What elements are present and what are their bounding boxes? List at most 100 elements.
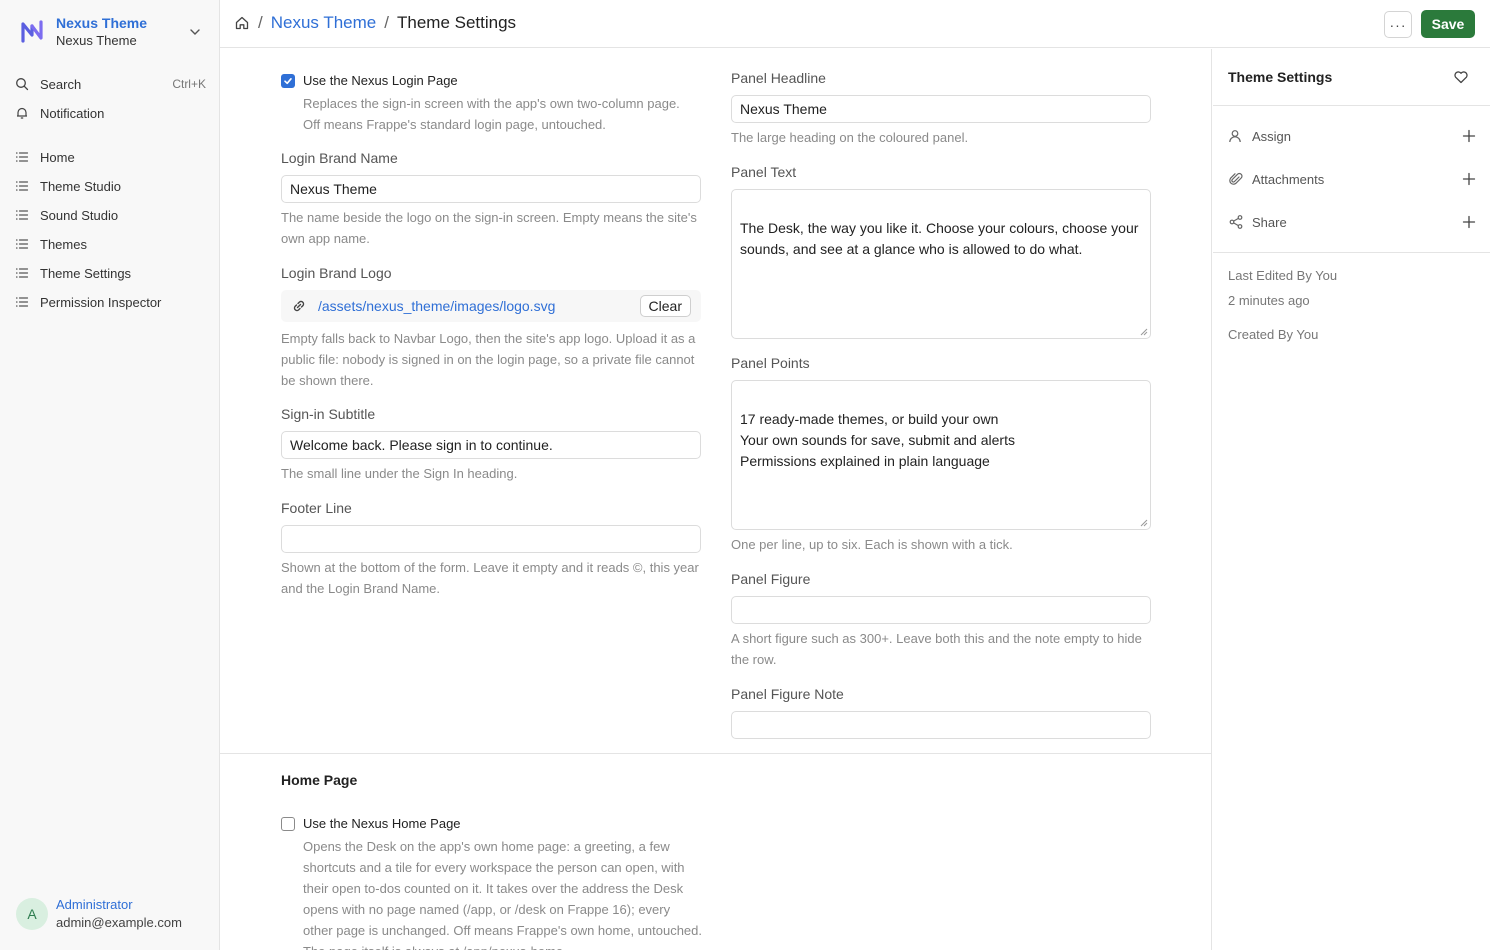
link-icon	[293, 300, 305, 312]
search-icon	[14, 76, 30, 92]
panel-headline-input[interactable]: Nexus Theme	[731, 95, 1151, 123]
panel-headline-label: Panel Headline	[731, 70, 826, 86]
created-by-text: Created By You	[1228, 327, 1319, 342]
use-home-page-help: Opens the Desk on the app's own home pag…	[303, 839, 703, 950]
notification-item[interactable]: Notification	[14, 100, 206, 126]
panel-points-value: 17 ready-made themes, or build your own …	[740, 411, 1015, 469]
user-icon	[1229, 130, 1241, 143]
search-item[interactable]: Search Ctrl+K	[14, 71, 206, 97]
sidebar-item-label: Theme Studio	[40, 178, 121, 194]
sidebar: Nexus Theme Nexus Theme Search Ctrl+K No…	[0, 0, 220, 950]
page-title: Theme Settings	[396, 13, 517, 32]
panel-figure-note-input[interactable]	[731, 711, 1151, 739]
brand-name-input[interactable]: Nexus Theme	[281, 175, 701, 203]
checkbox-unchecked-icon[interactable]	[281, 816, 295, 831]
panel-points-label: Panel Points	[731, 355, 810, 371]
home-page-section-title: Home Page	[281, 772, 358, 788]
search-shortcut: Ctrl+K	[172, 77, 206, 91]
footer-line-help: Shown at the bottom of the form. Leave i…	[281, 560, 699, 596]
chevron-down-icon	[190, 29, 200, 35]
paperclip-icon	[1229, 172, 1243, 185]
sidebar-item-theme-studio[interactable]: Theme Studio	[14, 173, 206, 199]
user-email: admin@example.com	[56, 915, 182, 930]
brand-name-help: The name beside the logo on the sign-in …	[281, 210, 697, 246]
workspace-switcher[interactable]: Nexus Theme Nexus Theme	[14, 10, 206, 54]
plus-icon[interactable]	[1462, 172, 1476, 186]
checkbox-checked-icon[interactable]	[281, 73, 295, 88]
use-home-page-label: Use the Nexus Home Page	[303, 816, 461, 831]
share-row[interactable]: Share	[1228, 212, 1476, 232]
sidebar-item-label: Home	[40, 149, 75, 165]
bell-icon	[14, 105, 30, 121]
section-divider	[220, 753, 1212, 754]
attachments-row[interactable]: Attachments	[1228, 169, 1476, 189]
sidebar-item-label: Sound Studio	[40, 207, 119, 223]
breadcrumb-separator: /	[258, 13, 263, 32]
user-name: Administrator	[56, 897, 133, 912]
attachments-label: Attachments	[1252, 171, 1325, 187]
sidebar-item-label: Theme Settings	[40, 265, 132, 281]
use-login-page-help: Replaces the sign-in screen with the app…	[303, 96, 680, 132]
brand-logo-label: Login Brand Logo	[281, 265, 392, 281]
sidebar-item-themes[interactable]: Themes	[14, 231, 206, 257]
resize-handle-icon[interactable]	[1140, 328, 1148, 336]
sidebar-item-sound-studio[interactable]: Sound Studio	[14, 202, 206, 228]
sidebar-item-home[interactable]: Home	[14, 144, 206, 170]
brand-name: Nexus Theme	[56, 15, 148, 31]
footer-line-input[interactable]	[281, 525, 701, 553]
panel-text-value: The Desk, the way you like it. Choose yo…	[740, 220, 1139, 257]
share-icon	[1229, 215, 1243, 229]
brand-logo-help: Empty falls back to Navbar Logo, then th…	[281, 331, 696, 388]
panel-figure-label: Panel Figure	[731, 571, 811, 587]
brand-logo-path[interactable]: /assets/nexus_theme/images/logo.svg	[318, 298, 640, 314]
clear-logo-button[interactable]: Clear	[639, 295, 691, 317]
plus-icon[interactable]	[1462, 129, 1476, 143]
use-login-page-checkbox[interactable]: Use the Nexus Login Page	[281, 73, 458, 88]
last-edited-time: 2 minutes ago	[1228, 293, 1310, 308]
brand-logo-field[interactable]: /assets/nexus_theme/images/logo.svg Clea…	[281, 290, 701, 322]
panel-figure-note-label: Panel Figure Note	[731, 686, 844, 702]
brand-name-label: Login Brand Name	[281, 150, 398, 166]
notification-label: Notification	[40, 105, 105, 121]
last-edited-text: Last Edited By You	[1228, 268, 1338, 283]
home-icon[interactable]	[234, 15, 250, 31]
use-login-page-label: Use the Nexus Login Page	[303, 73, 458, 88]
brand-subtitle: Nexus Theme	[56, 33, 137, 48]
use-home-page-checkbox[interactable]: Use the Nexus Home Page	[281, 816, 461, 831]
heart-icon[interactable]	[1453, 69, 1469, 85]
list-icon	[14, 207, 30, 223]
sidebar-item-label: Themes	[40, 236, 87, 252]
sidebar-item-permission-inspector[interactable]: Permission Inspector	[14, 289, 206, 315]
nexus-logo-icon	[21, 20, 43, 43]
list-icon	[14, 236, 30, 252]
panel-points-textarea[interactable]: 17 ready-made themes, or build your own …	[731, 380, 1151, 530]
sidebar-item-label: Permission Inspector	[40, 294, 162, 310]
page-header: / Nexus Theme / Theme Settings ··· Save	[220, 0, 1500, 48]
list-icon	[14, 178, 30, 194]
sidebar-item-theme-settings[interactable]: Theme Settings	[14, 260, 206, 286]
subtitle-help: The small line under the Sign In heading…	[281, 466, 518, 481]
breadcrumb: / Nexus Theme / Theme Settings	[234, 13, 516, 33]
plus-icon[interactable]	[1462, 215, 1476, 229]
assign-row[interactable]: Assign	[1228, 126, 1476, 146]
panel-figure-help: A short figure such as 300+. Leave both …	[731, 631, 1142, 667]
scrollbar-track[interactable]	[1490, 0, 1500, 950]
subtitle-input[interactable]: Welcome back. Please sign in to continue…	[281, 431, 701, 459]
search-label: Search	[40, 76, 82, 92]
panel-divider	[1213, 252, 1490, 253]
panel-figure-input[interactable]	[731, 596, 1151, 624]
resize-handle-icon[interactable]	[1140, 519, 1148, 527]
share-label: Share	[1252, 214, 1287, 230]
more-actions-button[interactable]: ···	[1384, 11, 1412, 38]
save-button[interactable]: Save	[1421, 10, 1475, 38]
list-icon	[14, 265, 30, 281]
panel-text-label: Panel Text	[731, 164, 797, 180]
list-icon	[14, 149, 30, 165]
avatar: A	[16, 898, 48, 930]
panel-points-help: One per line, up to six. Each is shown w…	[731, 537, 1013, 552]
breadcrumb-separator: /	[384, 13, 389, 32]
panel-text-textarea[interactable]: The Desk, the way you like it. Choose yo…	[731, 189, 1151, 339]
user-menu[interactable]: A Administrator admin@example.com	[16, 896, 182, 932]
list-icon	[14, 294, 30, 310]
breadcrumb-parent[interactable]: Nexus Theme	[271, 13, 377, 33]
